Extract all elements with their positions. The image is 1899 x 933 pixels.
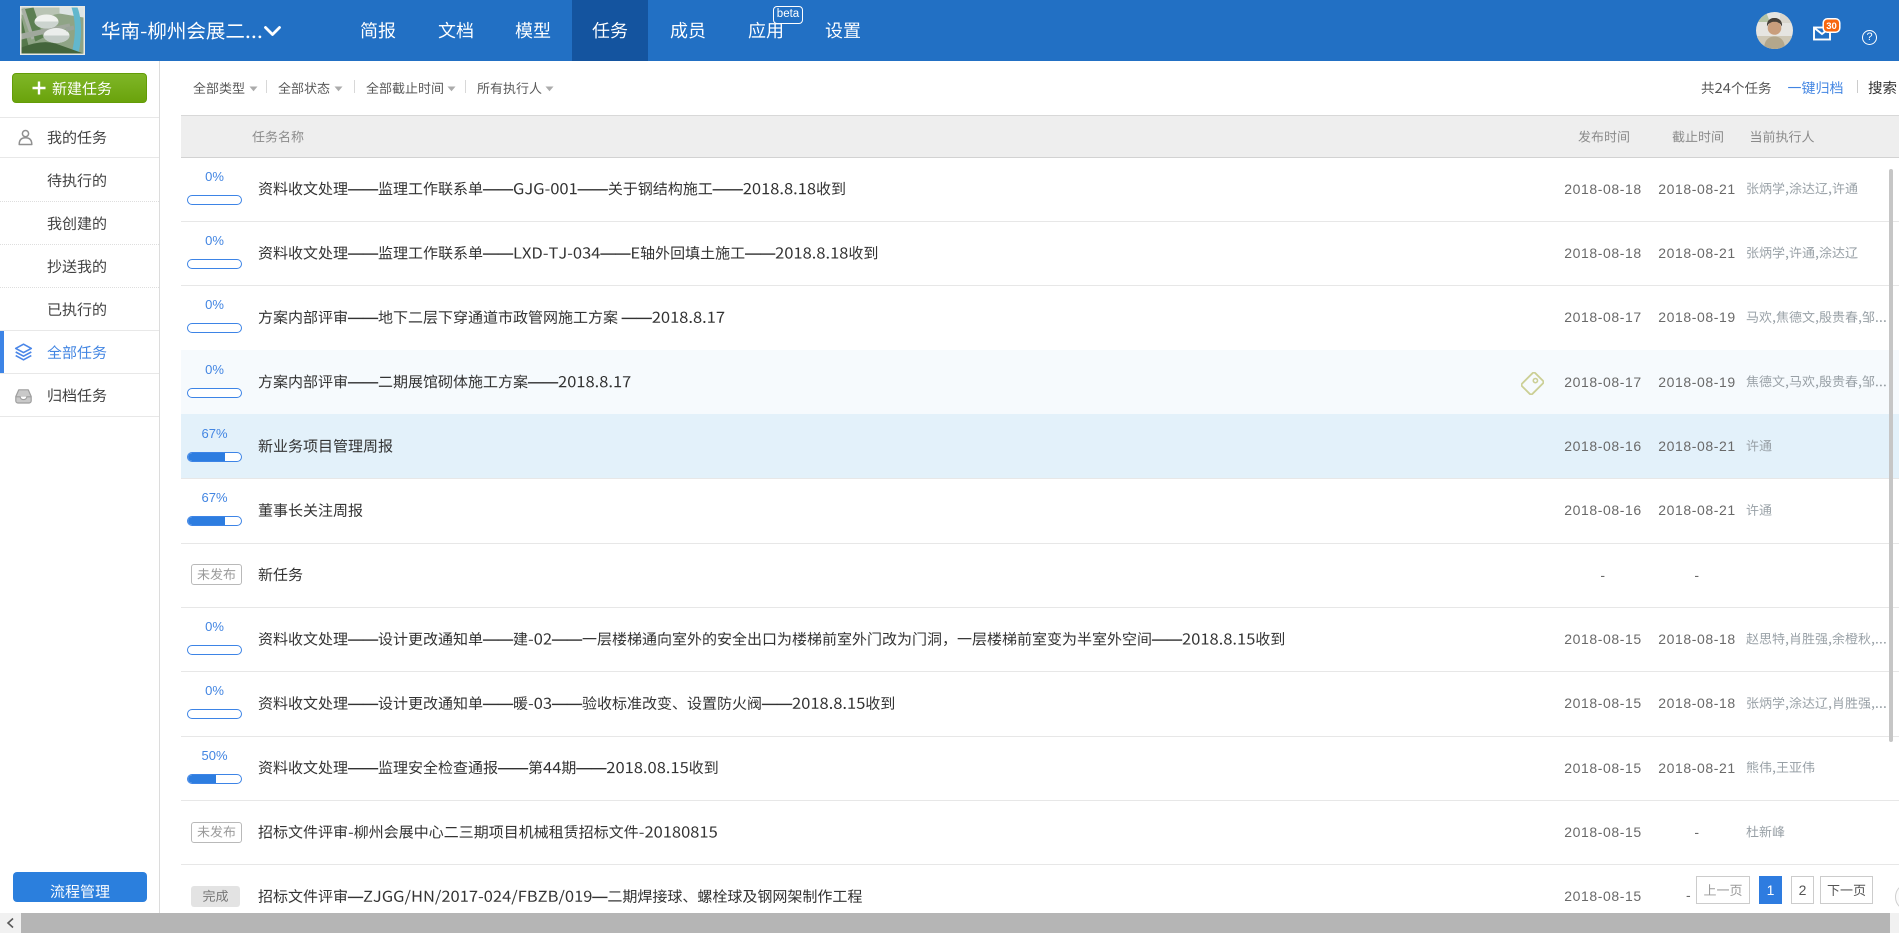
svg-text:30: 30 [1826,21,1837,32]
